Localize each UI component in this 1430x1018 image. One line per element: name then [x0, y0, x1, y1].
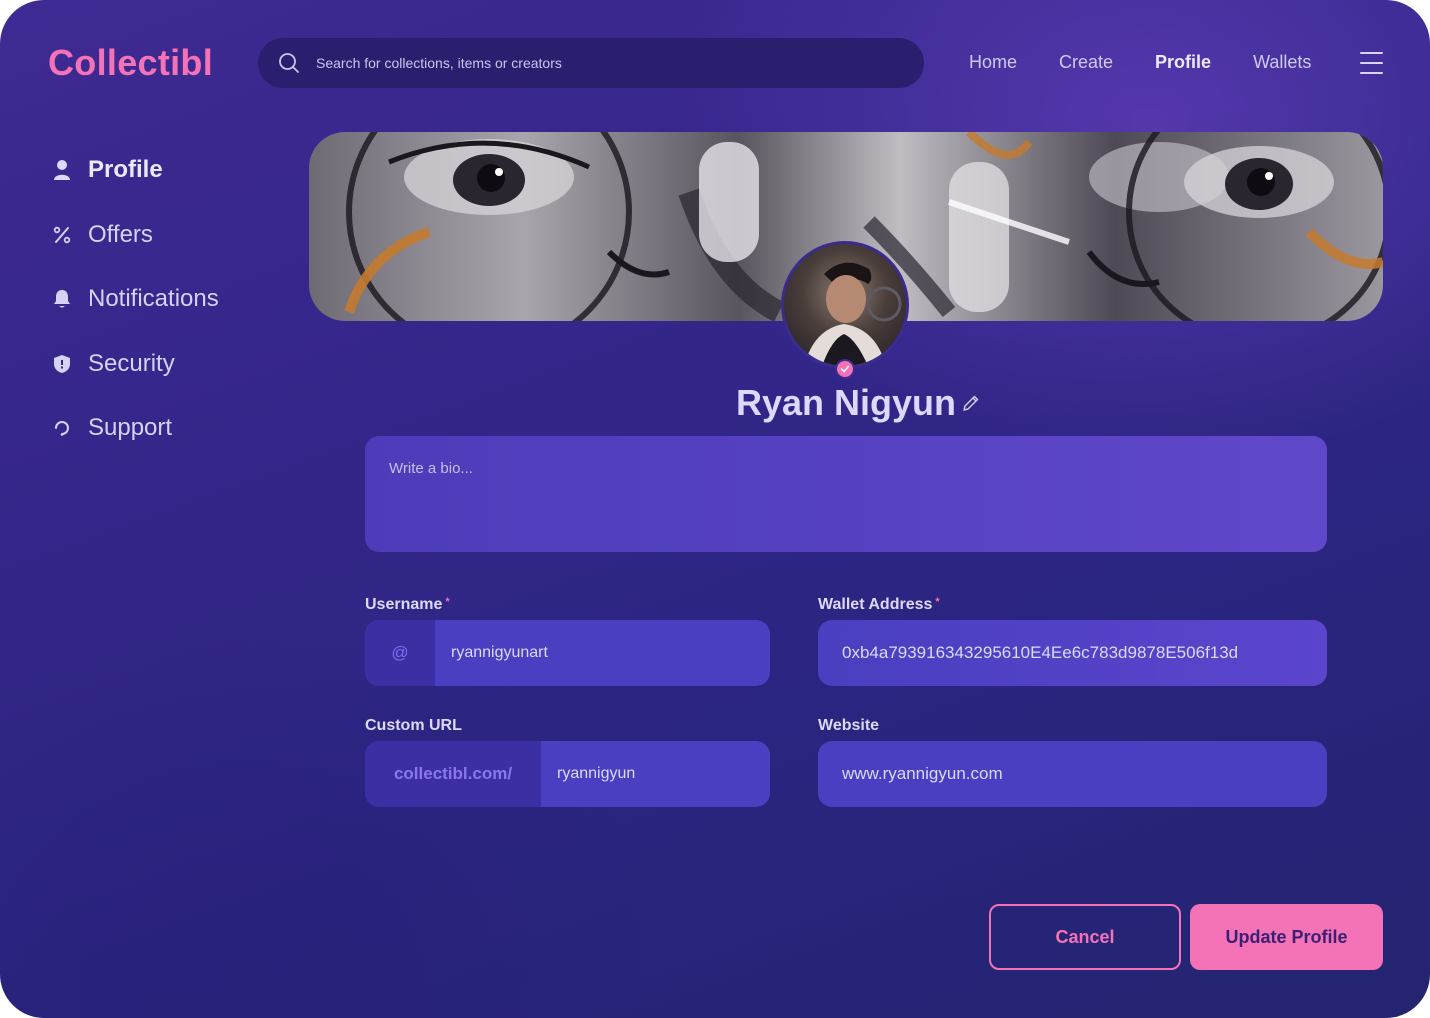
sidebar-item-profile[interactable]: Profile — [52, 150, 219, 190]
profile-name: Ryan Nigyun — [736, 382, 957, 423]
update-profile-button[interactable]: Update Profile — [1190, 904, 1383, 970]
website-label: Website — [818, 717, 880, 734]
sidebar-item-label: Notifications — [88, 285, 219, 312]
sidebar-item-security[interactable]: Security — [52, 344, 219, 384]
sidebar-item-label: Security — [88, 349, 175, 377]
username-input[interactable] — [435, 620, 770, 686]
url-prefix: collectibl.com/ — [365, 741, 541, 807]
hamburger-icon[interactable] — [1360, 52, 1383, 74]
sidebar-item-support[interactable]: Support — [52, 408, 219, 448]
pencil-icon[interactable] — [962, 394, 980, 412]
search-bar[interactable] — [258, 38, 924, 88]
bell-icon — [52, 288, 72, 310]
sidebar-item-notifications[interactable]: Notifications — [52, 279, 219, 319]
nav-home[interactable]: Home — [969, 52, 1017, 73]
sidebar-item-offers[interactable]: Offers — [52, 215, 219, 255]
website-input[interactable] — [818, 741, 1327, 807]
app-window: Collectibl Home Create Profile Wallets P… — [0, 0, 1430, 1018]
search-icon — [279, 53, 299, 73]
percent-icon — [52, 224, 72, 246]
sidebar: Profile Offers Notifications Security Su… — [52, 150, 219, 473]
verified-badge-icon — [835, 359, 855, 379]
search-input[interactable] — [316, 55, 876, 71]
custom-url-input[interactable] — [541, 741, 770, 807]
website-field[interactable] — [818, 741, 1327, 807]
custom-url-label: Custom URL — [365, 717, 462, 734]
username-label: Username * — [365, 596, 450, 613]
nav-create[interactable]: Create — [1059, 52, 1113, 73]
nav-profile[interactable]: Profile — [1155, 52, 1211, 73]
logo[interactable]: Collectibl — [48, 42, 213, 84]
sidebar-item-label: Profile — [88, 156, 163, 183]
at-prefix: @ — [365, 620, 435, 686]
shield-icon — [52, 353, 72, 375]
top-nav: Home Create Profile Wallets — [969, 52, 1353, 73]
support-icon — [52, 417, 72, 439]
wallet-input[interactable] — [818, 620, 1327, 686]
cancel-button[interactable]: Cancel — [989, 904, 1181, 970]
wallet-field[interactable] — [818, 620, 1327, 686]
bio-input[interactable] — [365, 436, 1327, 552]
sidebar-item-label: Offers — [88, 220, 153, 248]
username-field[interactable]: @ — [365, 620, 770, 686]
sidebar-item-label: Support — [88, 414, 173, 441]
custom-url-field[interactable]: collectibl.com/ — [365, 741, 770, 807]
avatar[interactable] — [781, 241, 909, 369]
nav-wallets[interactable]: Wallets — [1253, 52, 1311, 73]
wallet-label: Wallet Address * — [818, 596, 940, 613]
user-icon — [52, 159, 72, 181]
